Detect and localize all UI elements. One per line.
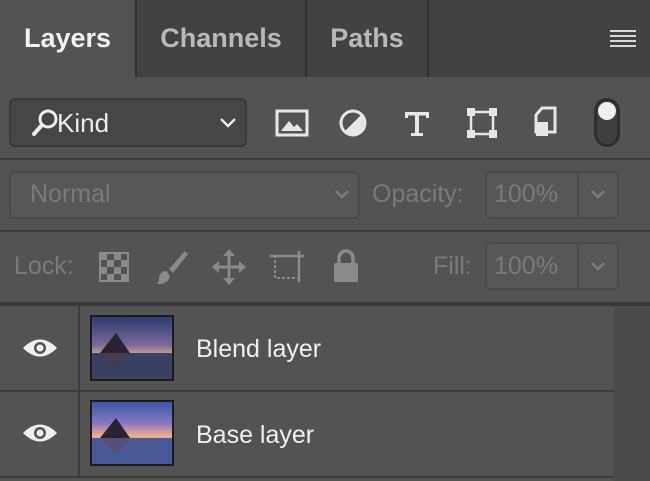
field-divider [577, 173, 579, 217]
visibility-cell[interactable] [0, 306, 80, 390]
panel-tab-bar: Layers Channels Paths [0, 0, 650, 77]
blend-mode-value: Normal [30, 180, 111, 208]
panel-menu-icon[interactable] [610, 30, 636, 48]
chevron-down-icon [591, 190, 605, 199]
opacity-label: Opacity: [372, 180, 464, 208]
adjustment-filter-icon[interactable] [338, 108, 368, 138]
row-divider [0, 230, 650, 232]
layer-row-blend[interactable]: Blend layer [0, 306, 614, 390]
lock-label: Lock: [14, 252, 74, 280]
chevron-down-icon [335, 190, 349, 199]
lock-position-move-icon[interactable] [212, 249, 246, 285]
smart-object-filter-icon[interactable] [533, 106, 561, 140]
opacity-value: 100% [494, 180, 558, 208]
row-divider [0, 158, 650, 160]
chevron-down-icon [220, 118, 236, 128]
chevron-down-icon [591, 262, 605, 271]
tab-paths[interactable]: Paths [307, 0, 427, 77]
lock-artboard-icon[interactable] [270, 249, 306, 283]
fill-label: Fill: [433, 252, 472, 280]
row-divider [0, 476, 650, 478]
shape-filter-icon[interactable] [466, 107, 498, 139]
search-icon [32, 109, 58, 136]
lock-transparent-pixels-icon[interactable] [99, 252, 129, 282]
filter-toggle-switch[interactable] [594, 98, 620, 147]
lock-all-icon[interactable] [332, 249, 360, 283]
layer-thumbnail [90, 400, 174, 466]
eye-icon[interactable] [22, 422, 58, 444]
field-divider [577, 244, 579, 288]
lock-image-pixels-brush-icon[interactable] [155, 249, 189, 285]
image-filter-icon[interactable] [275, 108, 309, 138]
tab-channels[interactable]: Channels [137, 0, 305, 77]
layer-thumbnail [90, 315, 174, 381]
type-filter-icon[interactable] [402, 108, 432, 138]
tab-divider [427, 0, 429, 77]
layers-scrollbar-track[interactable] [614, 306, 650, 481]
layer-row-base[interactable]: Base layer [0, 392, 614, 476]
visibility-cell[interactable] [0, 392, 80, 476]
eye-icon[interactable] [22, 337, 58, 359]
layer-name[interactable]: Blend layer [196, 335, 321, 364]
layer-name[interactable]: Base layer [196, 421, 314, 450]
filter-kind-label: Kind [57, 108, 110, 138]
fill-value: 100% [494, 252, 558, 280]
tab-layers[interactable]: Layers [0, 0, 135, 77]
